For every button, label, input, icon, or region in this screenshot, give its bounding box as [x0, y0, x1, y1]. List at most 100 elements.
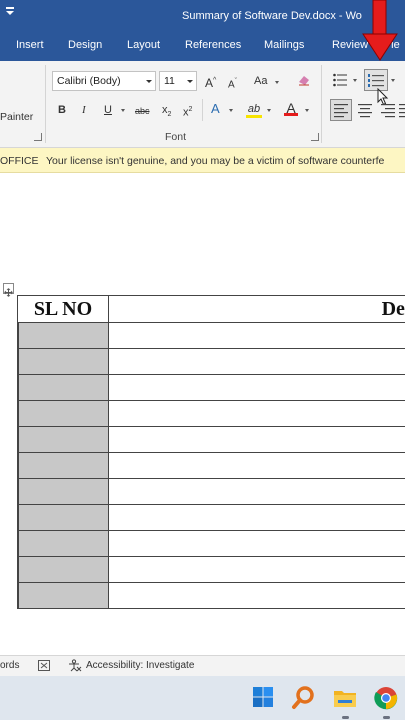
- shrink-font-button[interactable]: Aˇ: [228, 75, 237, 92]
- chevron-down-icon: [187, 80, 193, 83]
- numbering-icon: [368, 74, 384, 87]
- search-icon[interactable]: [291, 685, 317, 711]
- table-cell[interactable]: [108, 530, 405, 557]
- tab-insert[interactable]: Insert: [16, 39, 44, 51]
- title-bar: Summary of Software Dev.docx - Wo: [0, 0, 405, 33]
- table-cell[interactable]: [17, 504, 109, 531]
- table-cell[interactable]: [17, 530, 109, 557]
- table-cell[interactable]: [17, 452, 109, 479]
- chevron-down-icon: [146, 80, 152, 83]
- text-effects-icon: A: [211, 101, 220, 116]
- align-right-button[interactable]: [378, 100, 398, 120]
- tab-references[interactable]: References: [185, 39, 241, 51]
- ribbon: Painter Calibri (Body) 11 A^ Aˇ Aa B I U…: [0, 61, 405, 148]
- table-cell[interactable]: [108, 426, 405, 453]
- italic-icon: I: [82, 104, 86, 116]
- align-right-icon: [381, 104, 395, 118]
- status-bar: ords Accessibility: Investigate: [0, 655, 405, 676]
- warning-label: OFFICE: [0, 155, 39, 167]
- align-left-button[interactable]: [330, 99, 352, 121]
- table-move-handle-icon[interactable]: [3, 283, 14, 297]
- change-case-icon: Aa: [254, 75, 268, 87]
- table-cell[interactable]: [17, 400, 109, 427]
- quick-access-customize-icon[interactable]: [4, 2, 16, 16]
- bold-button[interactable]: B: [58, 103, 66, 117]
- align-center-button[interactable]: [355, 100, 375, 120]
- text-effects-button[interactable]: A: [211, 102, 220, 116]
- table-cell[interactable]: [17, 426, 109, 453]
- table-row: [17, 504, 405, 531]
- table-cell[interactable]: [108, 582, 405, 609]
- strikethrough-button[interactable]: abc: [135, 104, 150, 118]
- proofing-icon[interactable]: [38, 660, 50, 671]
- table-cell[interactable]: [17, 556, 109, 583]
- strikethrough-icon: abc: [135, 106, 150, 116]
- bullets-button[interactable]: [332, 72, 348, 88]
- font-name-value: Calibri (Body): [57, 75, 121, 87]
- table-cell[interactable]: [17, 478, 109, 505]
- table-cell[interactable]: [108, 556, 405, 583]
- red-arrow-annotation-icon: [362, 0, 398, 61]
- table-row: [17, 322, 405, 349]
- table-cell[interactable]: [108, 400, 405, 427]
- tab-design[interactable]: Design: [68, 39, 102, 51]
- file-explorer-icon[interactable]: [332, 685, 358, 711]
- italic-button[interactable]: I: [82, 103, 86, 117]
- table-cell[interactable]: [17, 374, 109, 401]
- tab-layout[interactable]: Layout: [127, 39, 160, 51]
- table-row: [17, 374, 405, 401]
- tab-mailings[interactable]: Mailings: [264, 39, 304, 51]
- header-cell-sl-no[interactable]: SL NO: [17, 295, 109, 323]
- underline-button[interactable]: U: [104, 103, 112, 117]
- table-cell[interactable]: [108, 374, 405, 401]
- underline-icon: U: [104, 104, 112, 116]
- table-cell[interactable]: [108, 478, 405, 505]
- justify-button[interactable]: [399, 100, 405, 120]
- document-page[interactable]: SL NO Descri: [0, 174, 405, 655]
- warning-text: Your license isn't genuine, and you may …: [46, 155, 385, 167]
- header-cell-description[interactable]: Descri: [108, 295, 405, 323]
- superscript-button[interactable]: x2: [183, 103, 192, 120]
- font-name-combobox[interactable]: Calibri (Body): [52, 71, 156, 91]
- table-cell[interactable]: [108, 452, 405, 479]
- chevron-down-icon: [267, 109, 271, 112]
- table-row: [17, 530, 405, 557]
- font-launcher-icon[interactable]: [311, 133, 319, 141]
- chevron-down-icon: [353, 79, 357, 82]
- taskbar: [0, 676, 405, 720]
- table-row: [17, 478, 405, 505]
- clipboard-launcher-icon[interactable]: [34, 133, 42, 141]
- font-group-label: Font: [165, 131, 187, 143]
- font-color-button[interactable]: A: [284, 101, 298, 116]
- table-cell[interactable]: [108, 348, 405, 375]
- format-painter-button[interactable]: Painter: [0, 111, 33, 123]
- table-header-row: SL NO Descri: [17, 295, 405, 323]
- document-table[interactable]: SL NO Descri: [17, 295, 405, 609]
- group-separator: [45, 65, 46, 143]
- table-cell[interactable]: [17, 582, 109, 609]
- running-indicator: [383, 716, 390, 719]
- highlight-icon: ab: [247, 103, 261, 115]
- grow-font-button[interactable]: A^: [205, 74, 216, 90]
- subscript-button[interactable]: x2: [162, 103, 171, 122]
- word-count[interactable]: ords: [0, 660, 19, 671]
- table-cell[interactable]: [108, 322, 405, 349]
- highlight-color-swatch: [246, 115, 262, 118]
- clear-formatting-button[interactable]: [297, 73, 311, 87]
- table-cell[interactable]: [108, 504, 405, 531]
- windows-start-icon[interactable]: [251, 685, 277, 711]
- chevron-down-icon: [121, 109, 125, 112]
- chrome-icon[interactable]: [373, 685, 399, 711]
- table-cell[interactable]: [17, 322, 109, 349]
- grow-font-icon: A: [205, 76, 214, 90]
- group-separator: [321, 65, 322, 143]
- table-row: [17, 348, 405, 375]
- highlight-button[interactable]: ab: [246, 102, 262, 118]
- bullets-icon: [333, 73, 347, 87]
- accessibility-status[interactable]: Accessibility: Investigate: [86, 660, 194, 671]
- change-case-button[interactable]: Aa: [254, 74, 267, 88]
- font-size-combobox[interactable]: 11: [159, 71, 197, 91]
- chevron-down-icon: [305, 109, 309, 112]
- accessibility-icon[interactable]: [68, 659, 82, 672]
- table-cell[interactable]: [17, 348, 109, 375]
